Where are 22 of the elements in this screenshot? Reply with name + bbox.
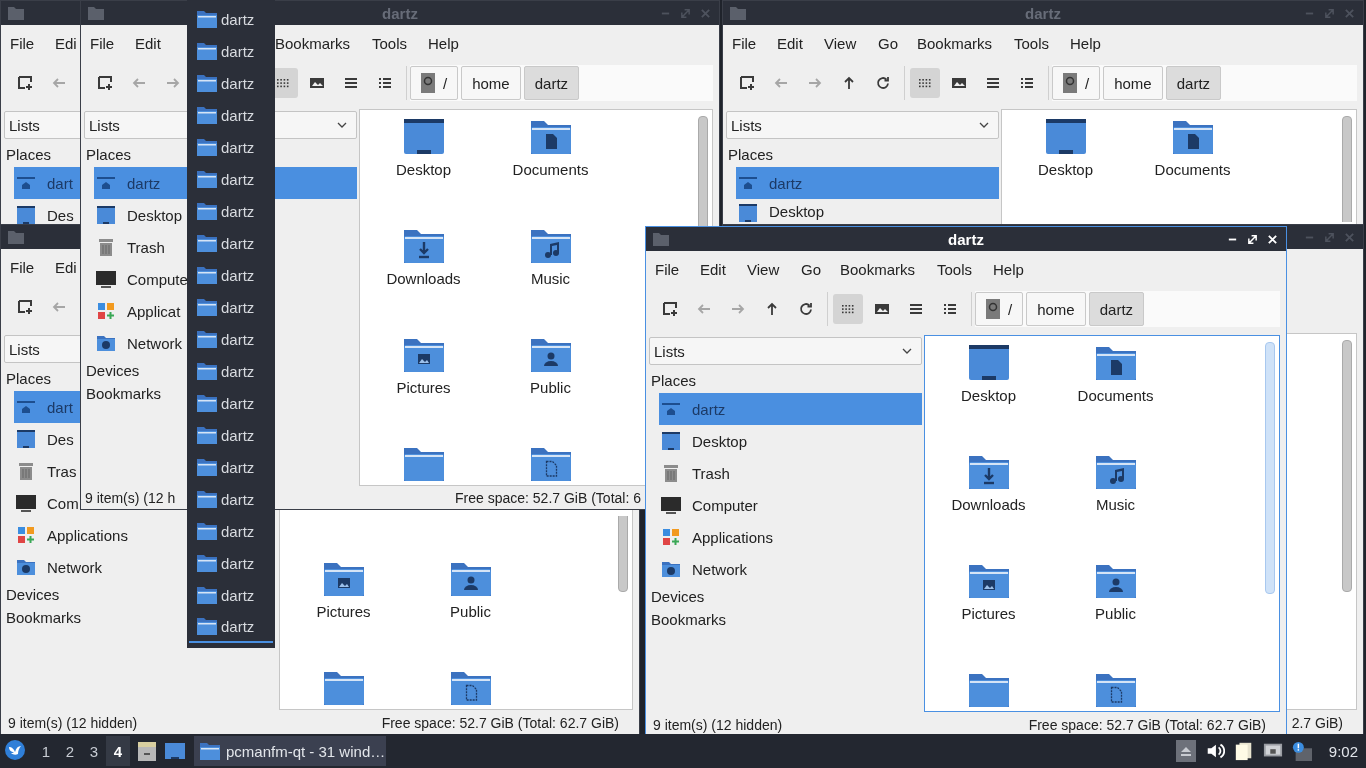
section-heading: Bookmarks <box>650 610 727 630</box>
clock: 9:02 <box>1328 742 1358 760</box>
section-heading: Bookmarks <box>5 608 82 628</box>
section-heading: Places <box>5 145 52 165</box>
section-heading: Bookmarks <box>85 384 162 404</box>
status-text: Free space: 52.7 GiB (Total: 62.7 GiB) <box>381 714 619 731</box>
window-title: dartz <box>1025 4 1061 22</box>
status-text: 9 item(s) (12 h <box>85 490 176 506</box>
status-text: 9 item(s) (12 hidden) <box>8 714 138 731</box>
section-heading: Places <box>727 145 774 165</box>
section-heading: Places <box>85 145 132 165</box>
status-text: 9 item(s) (12 hidden) <box>653 716 783 733</box>
section-heading: Devices <box>650 587 705 607</box>
section-heading: Places <box>650 371 697 391</box>
section-heading: Places <box>5 369 52 389</box>
window-title: dartz <box>382 4 418 22</box>
status-text: 2.7 GiB) <box>1291 714 1343 731</box>
status-text: Free space: 52.7 GiB (Total: 6 <box>455 490 641 506</box>
section-heading: Devices <box>5 585 60 605</box>
window-title: dartz <box>948 230 984 248</box>
section-heading: Devices <box>85 361 140 381</box>
status-text: Free space: 52.7 GiB (Total: 62.7 GiB) <box>1028 716 1266 733</box>
